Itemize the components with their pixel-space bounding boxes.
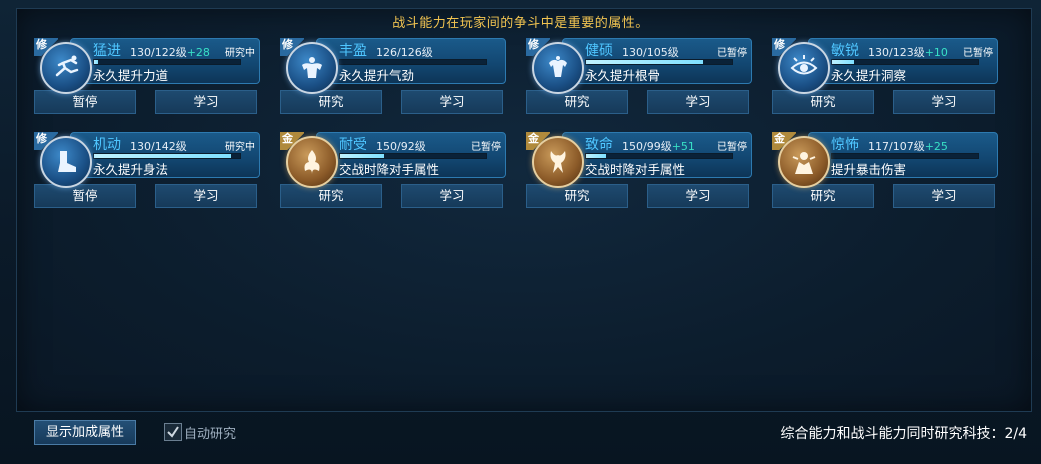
skill-bonus: +51	[671, 140, 695, 153]
skill-status: 研究中	[225, 48, 255, 59]
research-button[interactable]: 研究	[772, 90, 874, 114]
skill-level: 130/105级	[622, 44, 679, 60]
learn-button[interactable]: 学习	[401, 90, 503, 114]
learn-button[interactable]: 学习	[647, 90, 749, 114]
skill-description: 交战时降对手属性	[585, 162, 686, 177]
skill-type-badge: 修	[34, 132, 58, 150]
skill-name: 惊怖	[831, 137, 859, 153]
skill-bonus: +10	[924, 46, 948, 59]
skill-level-value: 130/105级	[622, 46, 679, 59]
skill-description: 永久提升力道	[93, 68, 169, 83]
skill-info-panel: 机动 130/142级 研究中 永久提升身法	[70, 132, 260, 178]
skill-card: 修 猛进 130/122级+28 研究中 永久提升力道 暂停 学习	[34, 38, 260, 130]
skill-info-panel: 耐受 150/92级 已暂停 交战时降对手属性	[316, 132, 506, 178]
skill-status: 已暂停	[963, 48, 993, 59]
skill-name: 丰盈	[339, 43, 367, 59]
research-button[interactable]: 研究	[280, 90, 382, 114]
research-progress-fill	[94, 154, 232, 158]
skill-card: 金 耐受 150/92级 已暂停 交战时降对手属性 研究 学习	[280, 132, 506, 224]
skill-level-value: 130/142级	[130, 140, 187, 153]
skill-name: 猛进	[93, 43, 121, 59]
skill-type-badge: 金	[526, 132, 550, 150]
skill-level: 130/123级+10	[868, 44, 948, 60]
skill-level: 130/122级+28	[130, 44, 210, 60]
learn-button[interactable]: 学习	[155, 90, 257, 114]
skill-type-badge: 修	[34, 38, 58, 56]
skill-type-badge: 金	[772, 132, 796, 150]
skill-card: 修 丰盈 126/126级 永久提升气劲 研究 学习	[280, 38, 506, 130]
skill-card: 修 健硕 130/105级 已暂停 永久提升根骨 研究 学习	[526, 38, 752, 130]
research-button[interactable]: 研究	[526, 90, 628, 114]
auto-research-label: 自动研究	[184, 426, 237, 442]
skill-level-value: 150/99级	[622, 140, 672, 153]
skill-bonus: +25	[924, 140, 948, 153]
skill-info-panel: 敏锐 130/123级+10 已暂停 永久提升洞察	[808, 38, 998, 84]
skill-description: 永久提升根骨	[585, 68, 661, 83]
pause-button[interactable]: 暂停	[34, 90, 136, 114]
research-progress-fill	[340, 154, 384, 158]
skill-status: 已暂停	[471, 142, 501, 153]
skill-description: 交战时降对手属性	[339, 162, 440, 177]
skill-level: 126/126级	[376, 44, 433, 60]
learn-button[interactable]: 学习	[893, 184, 995, 208]
skill-card: 金 致命 150/99级+51 已暂停 交战时降对手属性 研究 学习	[526, 132, 752, 224]
skill-status: 研究中	[225, 142, 255, 153]
learn-button[interactable]: 学习	[155, 184, 257, 208]
skill-level: 117/107级+25	[868, 138, 948, 154]
research-progress-fill	[586, 60, 703, 64]
skill-level: 150/92级	[376, 138, 426, 154]
skill-name: 机动	[93, 137, 121, 153]
skill-card: 修 敏锐 130/123级+10 已暂停 永久提升洞察 研究 学习	[772, 38, 998, 130]
research-progress-fill	[832, 60, 854, 64]
notice-text: 战斗能力在玩家间的争斗中是重要的属性。	[392, 16, 649, 31]
research-button[interactable]: 研究	[526, 184, 628, 208]
skill-level: 130/142级	[130, 138, 187, 154]
skill-level-value: 117/107级	[868, 140, 925, 153]
skill-level-value: 130/122级	[130, 46, 187, 59]
learn-button[interactable]: 学习	[647, 184, 749, 208]
skill-info-panel: 猛进 130/122级+28 研究中 永久提升力道	[70, 38, 260, 84]
skill-status: 已暂停	[717, 142, 747, 153]
skill-info-panel: 健硕 130/105级 已暂停 永久提升根骨	[562, 38, 752, 84]
learn-button[interactable]: 学习	[401, 184, 503, 208]
skill-description: 永久提升气劲	[339, 68, 415, 83]
auto-research-checkbox[interactable]	[164, 423, 182, 441]
learn-button[interactable]: 学习	[893, 90, 995, 114]
skill-name: 耐受	[339, 137, 367, 153]
skill-level-value: 130/123级	[868, 46, 925, 59]
skill-bonus: +28	[186, 46, 210, 59]
skill-info-panel: 惊怖 117/107级+25 提升暴击伤害	[808, 132, 998, 178]
research-progress-fill	[94, 60, 99, 64]
show-bonus-button[interactable]: 显示加成属性	[34, 420, 136, 445]
skill-level: 150/99级+51	[622, 138, 695, 154]
skill-name: 敏锐	[831, 43, 859, 59]
skill-description: 永久提升洞察	[831, 68, 907, 83]
skill-info-panel: 丰盈 126/126级 永久提升气劲	[316, 38, 506, 84]
skill-type-badge: 金	[280, 132, 304, 150]
research-progress-fill	[586, 154, 607, 158]
skill-level-value: 150/92级	[376, 140, 426, 153]
pause-button[interactable]: 暂停	[34, 184, 136, 208]
skill-card: 修 机动 130/142级 研究中 永久提升身法 暂停 学习	[34, 132, 260, 224]
skill-card: 金 惊怖 117/107级+25 提升暴击伤害 研究 学习	[772, 132, 998, 224]
skill-level-value: 126/126级	[376, 46, 433, 59]
research-button[interactable]: 研究	[280, 184, 382, 208]
skill-type-badge: 修	[280, 38, 304, 56]
skill-status: 已暂停	[717, 48, 747, 59]
research-button[interactable]: 研究	[772, 184, 874, 208]
skill-info-panel: 致命 150/99级+51 已暂停 交战时降对手属性	[562, 132, 752, 178]
skill-name: 致命	[585, 137, 613, 153]
auto-research-toggle[interactable]: 自动研究	[164, 421, 236, 443]
skill-name: 健硕	[585, 43, 613, 59]
skill-description: 永久提升身法	[93, 162, 169, 177]
research-count-text: 综合能力和战斗能力同时研究科技：2/4	[780, 426, 1027, 442]
check-icon	[167, 426, 179, 438]
skill-description: 提升暴击伤害	[831, 162, 907, 177]
skill-type-badge: 修	[772, 38, 796, 56]
skill-type-badge: 修	[526, 38, 550, 56]
